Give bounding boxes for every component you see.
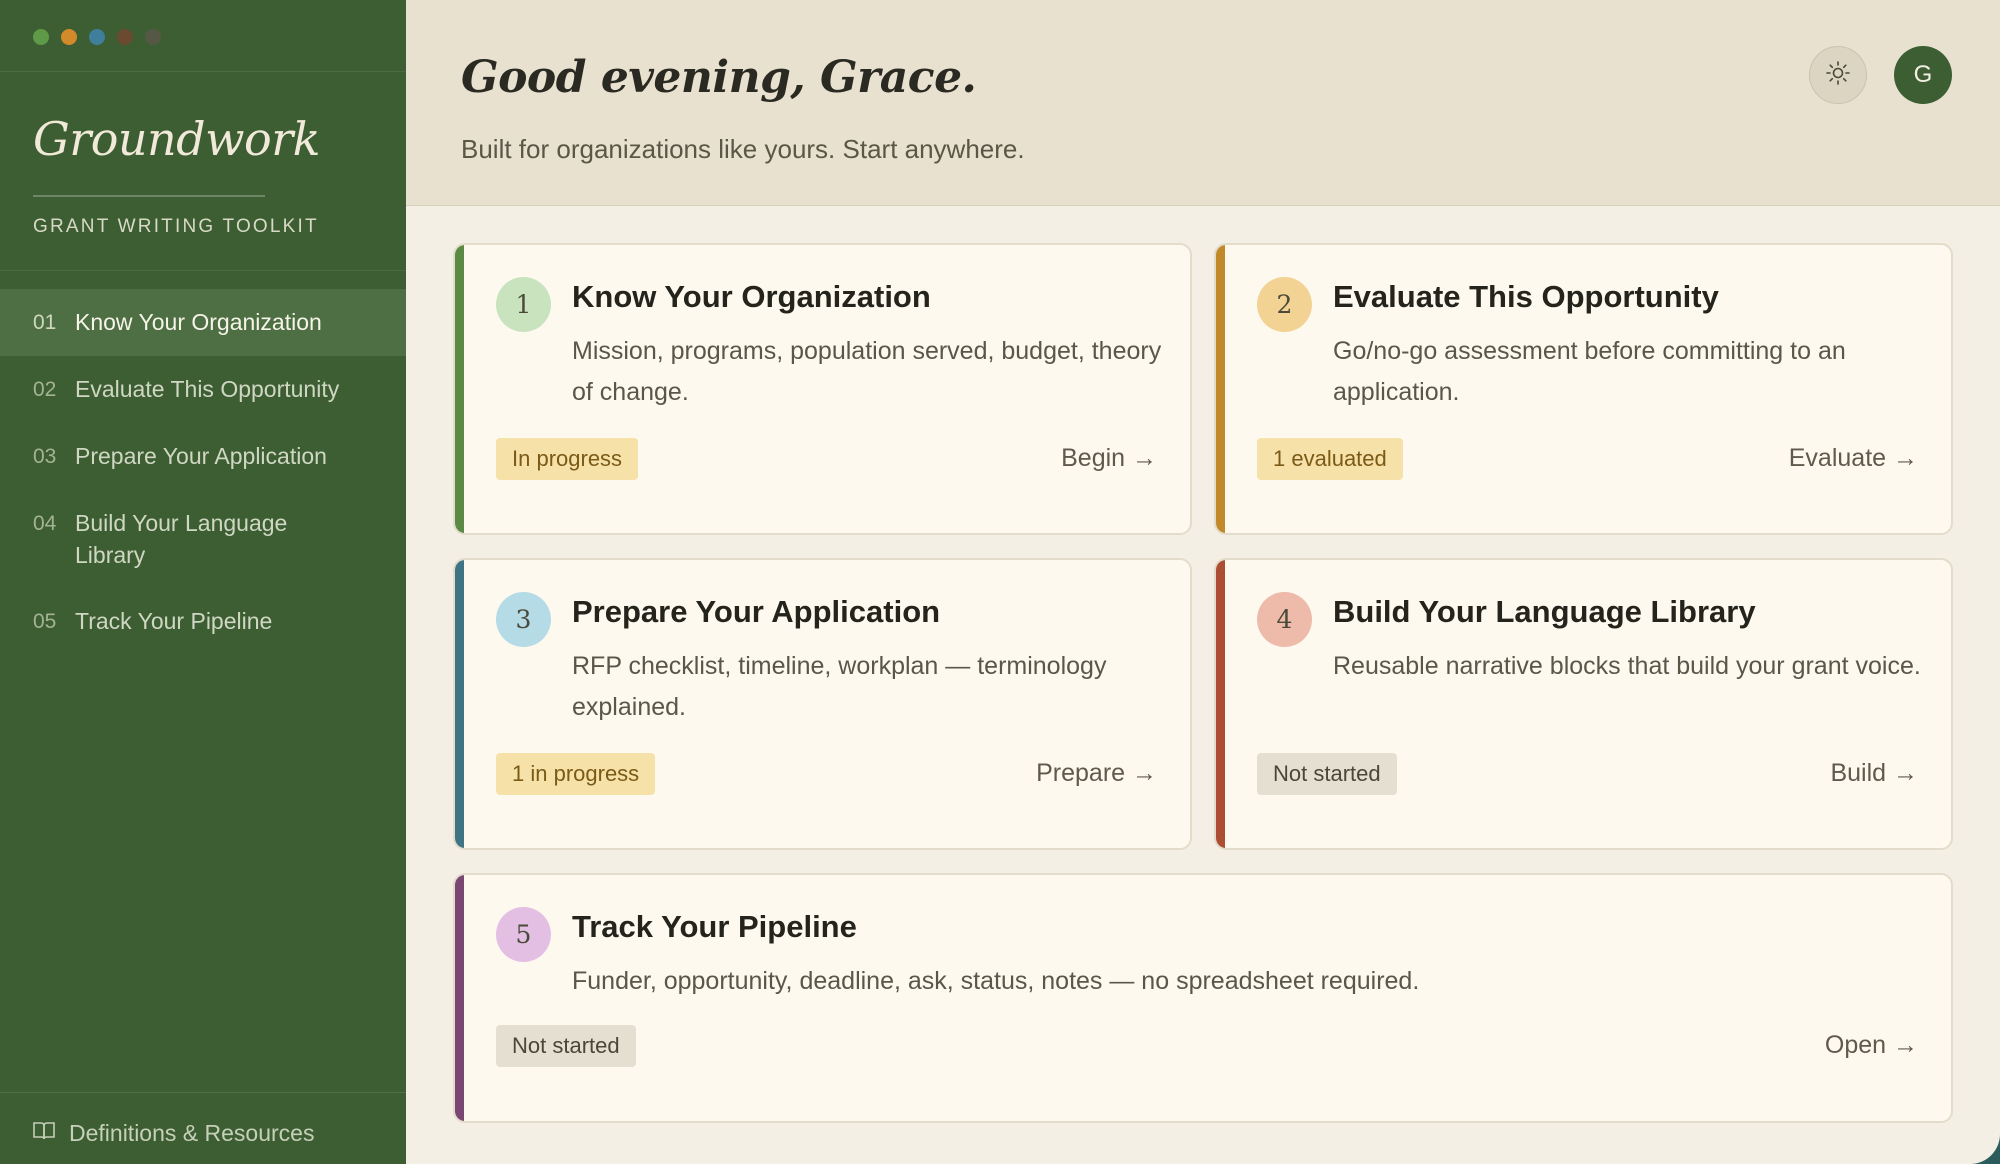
sidebar-item-build-your-language-library[interactable]: 04 Build Your Language Library [0, 490, 406, 588]
book-icon [33, 1120, 55, 1147]
sidebar-item-know-your-organization[interactable]: 01 Know Your Organization [0, 289, 406, 356]
status-badge: Not started [496, 1025, 636, 1067]
window-zoom-button[interactable] [89, 29, 105, 45]
theme-toggle-button[interactable] [1809, 46, 1867, 104]
card-description: Reusable narrative blocks that build you… [1333, 652, 1921, 680]
divider [0, 270, 406, 271]
step-number-badge: 2 [1257, 277, 1312, 332]
avatar[interactable]: G [1894, 46, 1952, 104]
app-window: Groundwork GRANT WRITING TOOLKIT 01 Know… [0, 0, 2000, 1164]
module-card-evaluate-this-opportunity[interactable]: 2 Evaluate This Opportunity Go/no-go ass… [1214, 243, 1953, 535]
build-button[interactable]: Build → [1830, 759, 1918, 788]
window-extra-button[interactable] [145, 29, 161, 45]
sidebar-item-label: Evaluate This Opportunity [75, 376, 340, 402]
status-badge: In progress [496, 438, 639, 480]
header: Good evening, Grace. Built for organizat… [406, 0, 2000, 206]
sidebar-item-track-your-pipeline[interactable]: 05 Track Your Pipeline [0, 588, 406, 655]
step-number-badge: 3 [496, 592, 551, 647]
status-badge: 1 in progress [496, 753, 656, 795]
card-description: Go/no-go assessment before committing to… [1333, 337, 1846, 406]
window-minimize-button[interactable] [61, 29, 77, 45]
divider [33, 195, 265, 197]
sidebar: Groundwork GRANT WRITING TOOLKIT 01 Know… [0, 0, 406, 1164]
sidebar-item-number: 01 [33, 311, 57, 334]
main-content: Good evening, Grace. Built for organizat… [406, 0, 2000, 1164]
card-description: RFP checklist, timeline, workplan — term… [572, 652, 1107, 721]
step-number-badge: 5 [496, 907, 551, 962]
evaluate-button[interactable]: Evaluate → [1789, 444, 1918, 473]
divider [0, 71, 406, 72]
module-card-know-your-organization[interactable]: 1 Know Your Organization Mission, progra… [453, 243, 1192, 535]
sidebar-item-label: Prepare Your Application [75, 443, 327, 469]
step-number-badge: 4 [1257, 592, 1312, 647]
card-title: Prepare Your Application [572, 594, 941, 629]
app-logo-title: Groundwork [33, 112, 321, 166]
card-title: Evaluate This Opportunity [1333, 279, 1719, 314]
card-accent [455, 245, 464, 533]
card-title: Know Your Organization [572, 279, 931, 314]
window-controls [33, 29, 161, 45]
sidebar-item-label: Build Your Language Library [75, 510, 288, 568]
card-accent [455, 560, 464, 848]
module-card-build-your-language-library[interactable]: 4 Build Your Language Library Reusable n… [1214, 558, 1953, 850]
card-description: Mission, programs, population served, bu… [572, 337, 1162, 406]
card-accent [455, 875, 464, 1121]
app-subtitle: GRANT WRITING TOOLKIT [33, 216, 319, 237]
window-close-button[interactable] [33, 29, 49, 45]
module-card-track-your-pipeline[interactable]: 5 Track Your Pipeline Funder, opportunit… [453, 873, 1953, 1123]
sidebar-item-number: 05 [33, 610, 57, 633]
sidebar-item-prepare-your-application[interactable]: 03 Prepare Your Application [0, 423, 406, 490]
sidebar-item-label: Track Your Pipeline [75, 608, 273, 634]
open-button[interactable]: Open → [1825, 1031, 1918, 1060]
sun-icon [1825, 60, 1851, 91]
card-title: Build Your Language Library [1333, 594, 1756, 629]
definitions-resources-link[interactable]: Definitions & Resources [33, 1120, 314, 1147]
tagline: Built for organizations like yours. Star… [461, 134, 1025, 164]
sidebar-item-evaluate-this-opportunity[interactable]: 02 Evaluate This Opportunity [0, 356, 406, 423]
sidebar-item-number: 04 [33, 512, 57, 535]
card-title: Track Your Pipeline [572, 909, 857, 944]
greeting-heading: Good evening, Grace. [461, 52, 977, 103]
status-badge: 1 evaluated [1257, 438, 1403, 480]
card-accent [1216, 560, 1225, 848]
divider [0, 1092, 406, 1093]
sidebar-item-number: 02 [33, 378, 57, 401]
card-description: Funder, opportunity, deadline, ask, stat… [572, 967, 1420, 995]
module-card-prepare-your-application[interactable]: 3 Prepare Your Application RFP checklist… [453, 558, 1192, 850]
sidebar-item-number: 03 [33, 445, 57, 468]
prepare-button[interactable]: Prepare → [1036, 759, 1157, 788]
step-number-badge: 1 [496, 277, 551, 332]
sidebar-nav: 01 Know Your Organization 02 Evaluate Th… [0, 289, 406, 655]
sidebar-item-label: Know Your Organization [75, 309, 322, 335]
definitions-resources-label: Definitions & Resources [69, 1120, 315, 1146]
window-extra-button[interactable] [117, 29, 133, 45]
status-badge: Not started [1257, 753, 1397, 795]
begin-button[interactable]: Begin → [1061, 444, 1157, 473]
card-accent [1216, 245, 1225, 533]
